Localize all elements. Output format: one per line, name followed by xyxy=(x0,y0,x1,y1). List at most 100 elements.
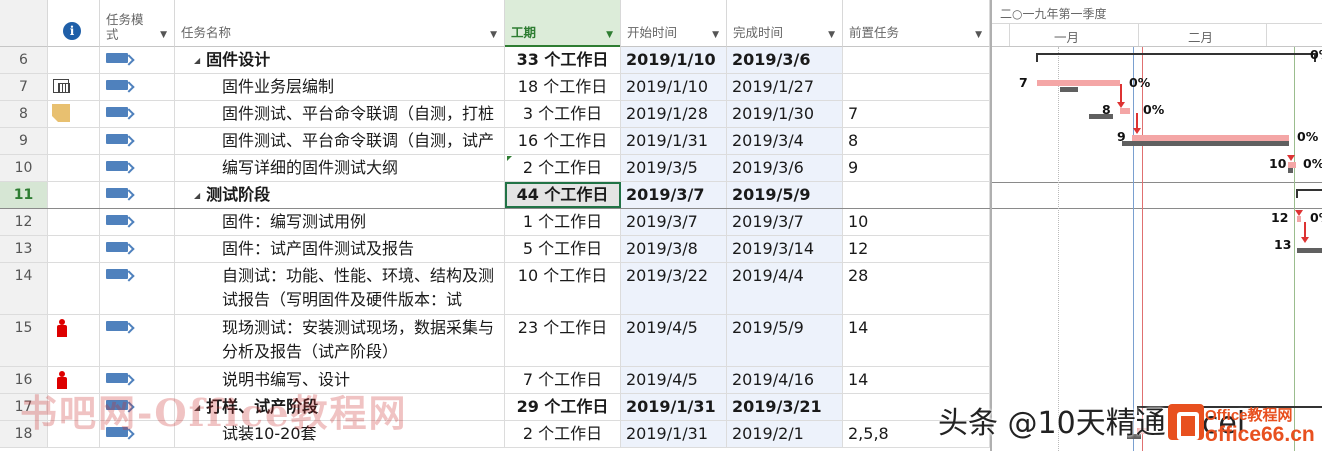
row-id[interactable]: 18 xyxy=(0,421,48,447)
start-cell[interactable]: 2019/1/10 xyxy=(621,74,727,100)
task-name-cell[interactable]: 编写详细的固件测试大纲 xyxy=(175,155,505,181)
finish-cell[interactable]: 2019/3/6 xyxy=(727,47,843,73)
row-id[interactable]: 15 xyxy=(0,315,48,366)
summary-bar[interactable] xyxy=(1036,53,1316,62)
finish-cell[interactable]: 2019/5/9 xyxy=(727,315,843,366)
select-all-corner[interactable] xyxy=(0,0,48,47)
table-row[interactable]: 13 固件：试产固件测试及报告 5 个工作日 2019/3/8 2019/3/1… xyxy=(0,236,990,263)
start-cell[interactable]: 2019/1/31 xyxy=(621,128,727,154)
table-row[interactable]: 7 固件业务层编制 18 个工作日 2019/1/10 2019/1/27 xyxy=(0,74,990,101)
task-bar[interactable] xyxy=(1120,108,1130,114)
duration-cell[interactable]: 18 个工作日 xyxy=(505,74,621,100)
row-id[interactable]: 14 xyxy=(0,263,48,314)
row-id[interactable]: 11 xyxy=(0,182,48,208)
table-row[interactable]: 18 试装10-20套 2 个工作日 2019/1/31 2019/2/1 2,… xyxy=(0,421,990,448)
duration-cell[interactable]: 2 个工作日 xyxy=(505,155,621,181)
chevron-down-icon[interactable]: ▼ xyxy=(606,30,613,40)
chevron-down-icon[interactable]: ▼ xyxy=(828,30,835,40)
duration-cell[interactable]: 23 个工作日 xyxy=(505,315,621,366)
collapse-triangle-icon[interactable]: ◢ xyxy=(194,183,200,209)
start-cell[interactable]: 2019/1/31 xyxy=(621,421,727,447)
task-name-cell[interactable]: 固件业务层编制 xyxy=(175,74,505,100)
table-row[interactable]: 14 自测试：功能、性能、环境、结构及测试报告（写明固件及硬件版本：试 10 个… xyxy=(0,263,990,315)
start-cell[interactable]: 2019/1/10 xyxy=(621,47,727,73)
duration-cell[interactable]: 29 个工作日 xyxy=(505,394,621,420)
table-row[interactable]: 12 固件：编写测试用例 1 个工作日 2019/3/7 2019/3/7 10 xyxy=(0,209,990,236)
duration-cell-active[interactable]: 44 个工作日 xyxy=(505,182,621,208)
task-mode-cell[interactable] xyxy=(100,367,175,393)
gantt-chart[interactable]: 二○一九年第一季度 一月 二月 0% 7 0% 8 0% 9 0% 10 0% … xyxy=(990,0,1322,451)
table-row[interactable]: 8 固件测试、平台命令联调（自测，打桩 3 个工作日 2019/1/28 201… xyxy=(0,101,990,128)
task-mode-cell[interactable] xyxy=(100,315,175,366)
finish-cell[interactable]: 2019/3/6 xyxy=(727,155,843,181)
task-mode-column-header[interactable]: 任务模式 ▼ xyxy=(100,0,175,47)
table-row[interactable]: 16 说明书编写、设计 7 个工作日 2019/4/5 2019/4/16 14 xyxy=(0,367,990,394)
start-cell[interactable]: 2019/3/8 xyxy=(621,236,727,262)
start-cell[interactable]: 2019/1/31 xyxy=(621,394,727,420)
task-name-cell[interactable]: ◢ 固件设计 xyxy=(175,47,505,73)
row-id[interactable]: 12 xyxy=(0,209,48,235)
table-row[interactable]: 6 ◢ 固件设计 33 个工作日 2019/1/10 2019/3/6 xyxy=(0,47,990,74)
chevron-down-icon[interactable]: ▼ xyxy=(975,30,982,40)
duration-cell[interactable]: 1 个工作日 xyxy=(505,209,621,235)
task-name-cell[interactable]: 说明书编写、设计 xyxy=(175,367,505,393)
row-id[interactable]: 10 xyxy=(0,155,48,181)
duration-cell[interactable]: 3 个工作日 xyxy=(505,101,621,127)
task-name-cell[interactable]: 固件：试产固件测试及报告 xyxy=(175,236,505,262)
duration-cell[interactable]: 5 个工作日 xyxy=(505,236,621,262)
start-cell[interactable]: 2019/3/7 xyxy=(621,209,727,235)
predecessors-cell[interactable]: 10 xyxy=(843,209,990,235)
start-cell[interactable]: 2019/1/28 xyxy=(621,101,727,127)
duration-cell[interactable]: 2 个工作日 xyxy=(505,421,621,447)
duration-cell[interactable]: 7 个工作日 xyxy=(505,367,621,393)
collapse-triangle-icon[interactable]: ◢ xyxy=(194,395,200,421)
table-row[interactable]: 15 现场测试：安装测试现场，数据采集与分析及报告（试产阶段） 23 个工作日 … xyxy=(0,315,990,367)
task-mode-cell[interactable] xyxy=(100,236,175,262)
chevron-down-icon[interactable]: ▼ xyxy=(490,30,497,40)
finish-cell[interactable]: 2019/2/1 xyxy=(727,421,843,447)
table-row-selected[interactable]: 11 ◢ 测试阶段 44 个工作日 2019/3/7 2019/5/9 xyxy=(0,182,990,209)
table-row[interactable]: 10 编写详细的固件测试大纲 2 个工作日 2019/3/5 2019/3/6 … xyxy=(0,155,990,182)
task-name-cell[interactable]: 现场测试：安装测试现场，数据采集与分析及报告（试产阶段） xyxy=(175,315,505,366)
task-name-cell[interactable]: 自测试：功能、性能、环境、结构及测试报告（写明固件及硬件版本：试 xyxy=(175,263,505,314)
predecessors-cell[interactable]: 9 xyxy=(843,155,990,181)
start-cell[interactable]: 2019/3/7 xyxy=(621,182,727,208)
summary-bar[interactable] xyxy=(1296,189,1322,198)
start-cell[interactable]: 2019/4/5 xyxy=(621,315,727,366)
task-name-column-header[interactable]: 任务名称 ▼ xyxy=(175,0,505,47)
predecessors-cell[interactable] xyxy=(843,182,990,208)
chevron-down-icon[interactable]: ▼ xyxy=(160,30,167,40)
row-id[interactable]: 9 xyxy=(0,128,48,154)
predecessors-cell[interactable] xyxy=(843,47,990,73)
row-id[interactable]: 7 xyxy=(0,74,48,100)
task-mode-cell[interactable] xyxy=(100,74,175,100)
row-id[interactable]: 17 xyxy=(0,394,48,420)
duration-cell[interactable]: 16 个工作日 xyxy=(505,128,621,154)
task-name-cell[interactable]: 固件：编写测试用例 xyxy=(175,209,505,235)
duration-cell[interactable]: 10 个工作日 xyxy=(505,263,621,314)
start-column-header[interactable]: 开始时间 ▼ xyxy=(621,0,727,47)
finish-cell[interactable]: 2019/3/21 xyxy=(727,394,843,420)
finish-cell[interactable]: 2019/4/16 xyxy=(727,367,843,393)
table-row[interactable]: 17 ◢ 打样、试产阶段 29 个工作日 2019/1/31 2019/3/21 xyxy=(0,394,990,421)
row-id[interactable]: 13 xyxy=(0,236,48,262)
table-row[interactable]: 9 固件测试、平台命令联调（自测，试产 16 个工作日 2019/1/31 20… xyxy=(0,128,990,155)
task-name-cell[interactable]: 固件测试、平台命令联调（自测，打桩 xyxy=(175,101,505,127)
note-icon[interactable] xyxy=(52,104,70,122)
indicators-column-header[interactable]: i xyxy=(48,0,100,47)
task-name-cell[interactable]: 固件测试、平台命令联调（自测，试产 xyxy=(175,128,505,154)
task-bar[interactable] xyxy=(1297,216,1301,222)
predecessors-cell[interactable]: 7 xyxy=(843,101,990,127)
chevron-down-icon[interactable]: ▼ xyxy=(712,30,719,40)
task-mode-cell[interactable] xyxy=(100,263,175,314)
start-cell[interactable]: 2019/4/5 xyxy=(621,367,727,393)
finish-cell[interactable]: 2019/1/27 xyxy=(727,74,843,100)
task-name-cell[interactable]: ◢ 测试阶段 xyxy=(175,182,505,208)
task-name-cell[interactable]: ◢ 打样、试产阶段 xyxy=(175,394,505,420)
task-mode-cell[interactable] xyxy=(100,209,175,235)
finish-cell[interactable]: 2019/3/7 xyxy=(727,209,843,235)
predecessors-cell[interactable]: 28 xyxy=(843,263,990,314)
task-mode-cell[interactable] xyxy=(100,182,175,208)
task-mode-cell[interactable] xyxy=(100,128,175,154)
duration-cell[interactable]: 33 个工作日 xyxy=(505,47,621,73)
